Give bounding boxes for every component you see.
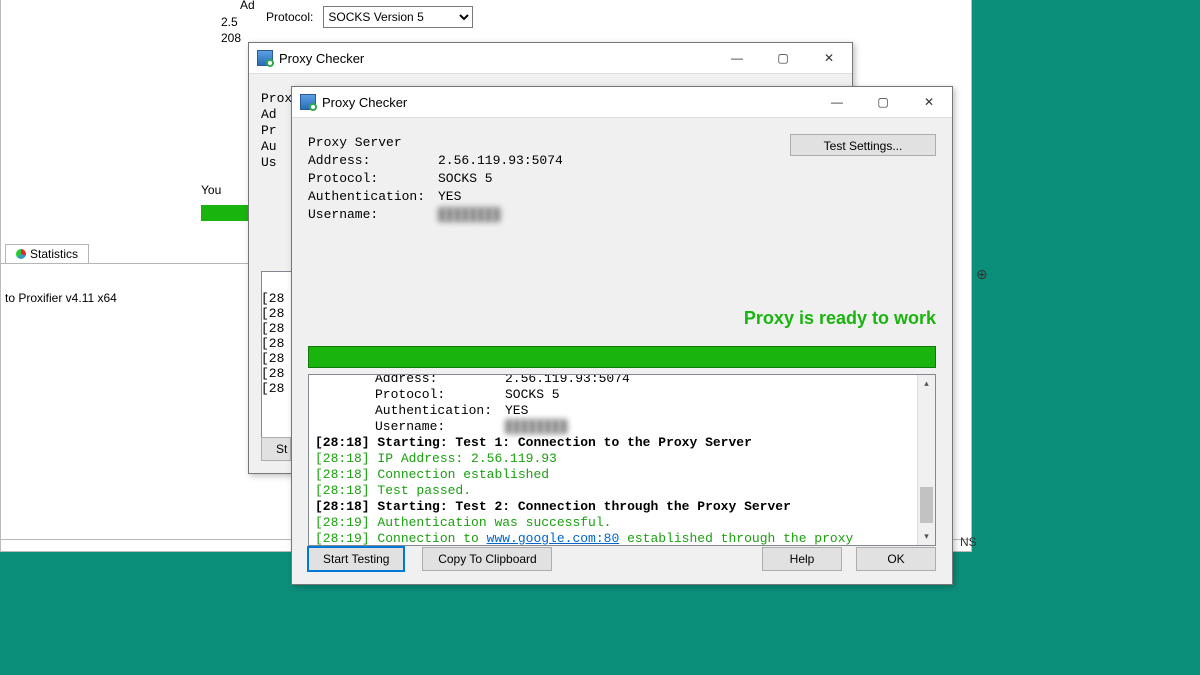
log-text: Starting: Test 1: Connection to the Prox… — [377, 435, 751, 450]
log-timestamp: [28:18] — [315, 451, 377, 466]
log-text: Test passed. — [377, 483, 471, 498]
crosshair-icon: ⊕ — [976, 266, 988, 283]
log-timestamp: [28:18] — [315, 435, 377, 450]
log-text: Starting: Test 2: Connection through the… — [377, 499, 790, 514]
log-timestamp: [28:18] — [315, 499, 377, 514]
info-value: SOCKS 5 — [438, 171, 493, 186]
progress-bar — [308, 346, 936, 368]
log-line: [28:18] Starting: Test 1: Connection to … — [315, 435, 912, 451]
test-settings-button[interactable]: Test Settings... — [790, 134, 936, 156]
scroll-thumb[interactable] — [920, 487, 933, 523]
window-title: Proxy Checker — [279, 51, 364, 66]
log-scrollbar[interactable]: ▴ ▾ — [917, 375, 935, 545]
info-key: Authentication: — [308, 188, 438, 206]
info-key: Username: — [308, 206, 438, 224]
log-info-value: SOCKS 5 — [505, 387, 560, 402]
log-text: Authentication was successful. — [377, 515, 611, 530]
info-header: Proxy Server — [308, 134, 563, 152]
log-text: Connection established — [377, 467, 549, 482]
log-line: [28:18] Connection established — [315, 467, 912, 483]
protocol-row: Protocol: SOCKS Version 5 — [266, 3, 473, 31]
start-testing-button-fragment[interactable]: St — [261, 437, 291, 461]
log-info-value: 2.56.119.93:5074 — [505, 375, 630, 386]
scroll-track[interactable] — [918, 392, 935, 528]
tab-label: Statistics — [30, 247, 78, 261]
protocol-select[interactable]: SOCKS Version 5 — [323, 6, 473, 28]
titlebar[interactable]: Proxy Checker — ▢ ✕ — [249, 43, 852, 74]
log-info-value: YES — [505, 403, 528, 418]
addr-label-fragment: Ad — [240, 0, 255, 12]
info-value: 2.56.119.93:5074 — [438, 153, 563, 168]
log-text: Connection to www.google.com:80 establis… — [315, 531, 853, 545]
ok-button[interactable]: OK — [856, 547, 936, 571]
log-info-key: Address: — [375, 375, 505, 387]
titlebar[interactable]: Proxy Checker — ▢ ✕ — [292, 87, 952, 118]
log-info-value-redacted: ████████ — [505, 419, 567, 434]
app-icon — [300, 94, 316, 110]
app-title-fragment: to Proxifier v4.11 x64 — [5, 291, 117, 305]
scroll-up-button[interactable]: ▴ — [918, 375, 935, 392]
copy-to-clipboard-button[interactable]: Copy To Clipboard — [422, 547, 552, 571]
you-fragment: You — [201, 183, 221, 197]
protocol-label: Protocol: — [266, 10, 313, 24]
log-text: IP Address: 2.56.119.93 — [377, 451, 556, 466]
window-title: Proxy Checker — [322, 95, 407, 110]
log-line: [28:19] Connection to www.google.com:80 … — [315, 531, 912, 545]
close-button[interactable]: ✕ — [806, 43, 852, 73]
info-value: YES — [438, 189, 461, 204]
proxy-info: Proxy Server Address:2.56.119.93:5074 Pr… — [308, 134, 563, 224]
log-timestamp: [28:19] — [315, 515, 377, 530]
info-key: Address: — [308, 152, 438, 170]
minimize-button[interactable]: — — [814, 87, 860, 117]
log-timestamp: [28:18] — [315, 467, 377, 482]
back-progress-fragment — [201, 205, 249, 221]
info-key: Protocol: — [308, 170, 438, 188]
maximize-button[interactable]: ▢ — [760, 43, 806, 73]
minimize-button[interactable]: — — [714, 43, 760, 73]
log-info-key: Username: — [375, 419, 505, 435]
list-fragment-2: 208 — [221, 31, 241, 45]
close-button[interactable]: ✕ — [906, 87, 952, 117]
log-panel: Address:2.56.119.93:5074 Protocol:SOCKS … — [308, 374, 936, 546]
log-info-key: Authentication: — [375, 403, 505, 419]
maximize-button[interactable]: ▢ — [860, 87, 906, 117]
app-icon — [257, 50, 273, 66]
start-testing-button[interactable]: Start Testing — [308, 547, 404, 571]
log-link[interactable]: www.google.com:80 — [487, 531, 620, 545]
proxy-checker-window: Proxy Checker — ▢ ✕ Proxy Server Address… — [291, 86, 953, 585]
log-line: [28:19] Authentication was successful. — [315, 515, 912, 531]
pie-chart-icon — [16, 249, 26, 259]
list-fragment-1: 2.5 — [221, 15, 238, 29]
scroll-down-button[interactable]: ▾ — [918, 528, 935, 545]
log-line: [28:18] Starting: Test 2: Connection thr… — [315, 499, 912, 515]
log-content[interactable]: Address:2.56.119.93:5074 Protocol:SOCKS … — [309, 375, 918, 545]
log-timestamp: [28:18] — [315, 483, 377, 498]
log-info-key: Protocol: — [375, 387, 505, 403]
ns-fragment: NS — [960, 535, 977, 549]
info-value-redacted: ████████ — [438, 207, 500, 222]
log-timestamp: [28:19] — [315, 531, 377, 545]
help-button[interactable]: Help — [762, 547, 842, 571]
log-line: [28:18] IP Address: 2.56.119.93 — [315, 451, 912, 467]
log-line: [28:18] Test passed. — [315, 483, 912, 499]
status-text: Proxy is ready to work — [744, 308, 936, 329]
tab-statistics[interactable]: Statistics — [5, 244, 89, 263]
button-row: Start Testing Copy To Clipboard Help OK — [308, 547, 936, 571]
